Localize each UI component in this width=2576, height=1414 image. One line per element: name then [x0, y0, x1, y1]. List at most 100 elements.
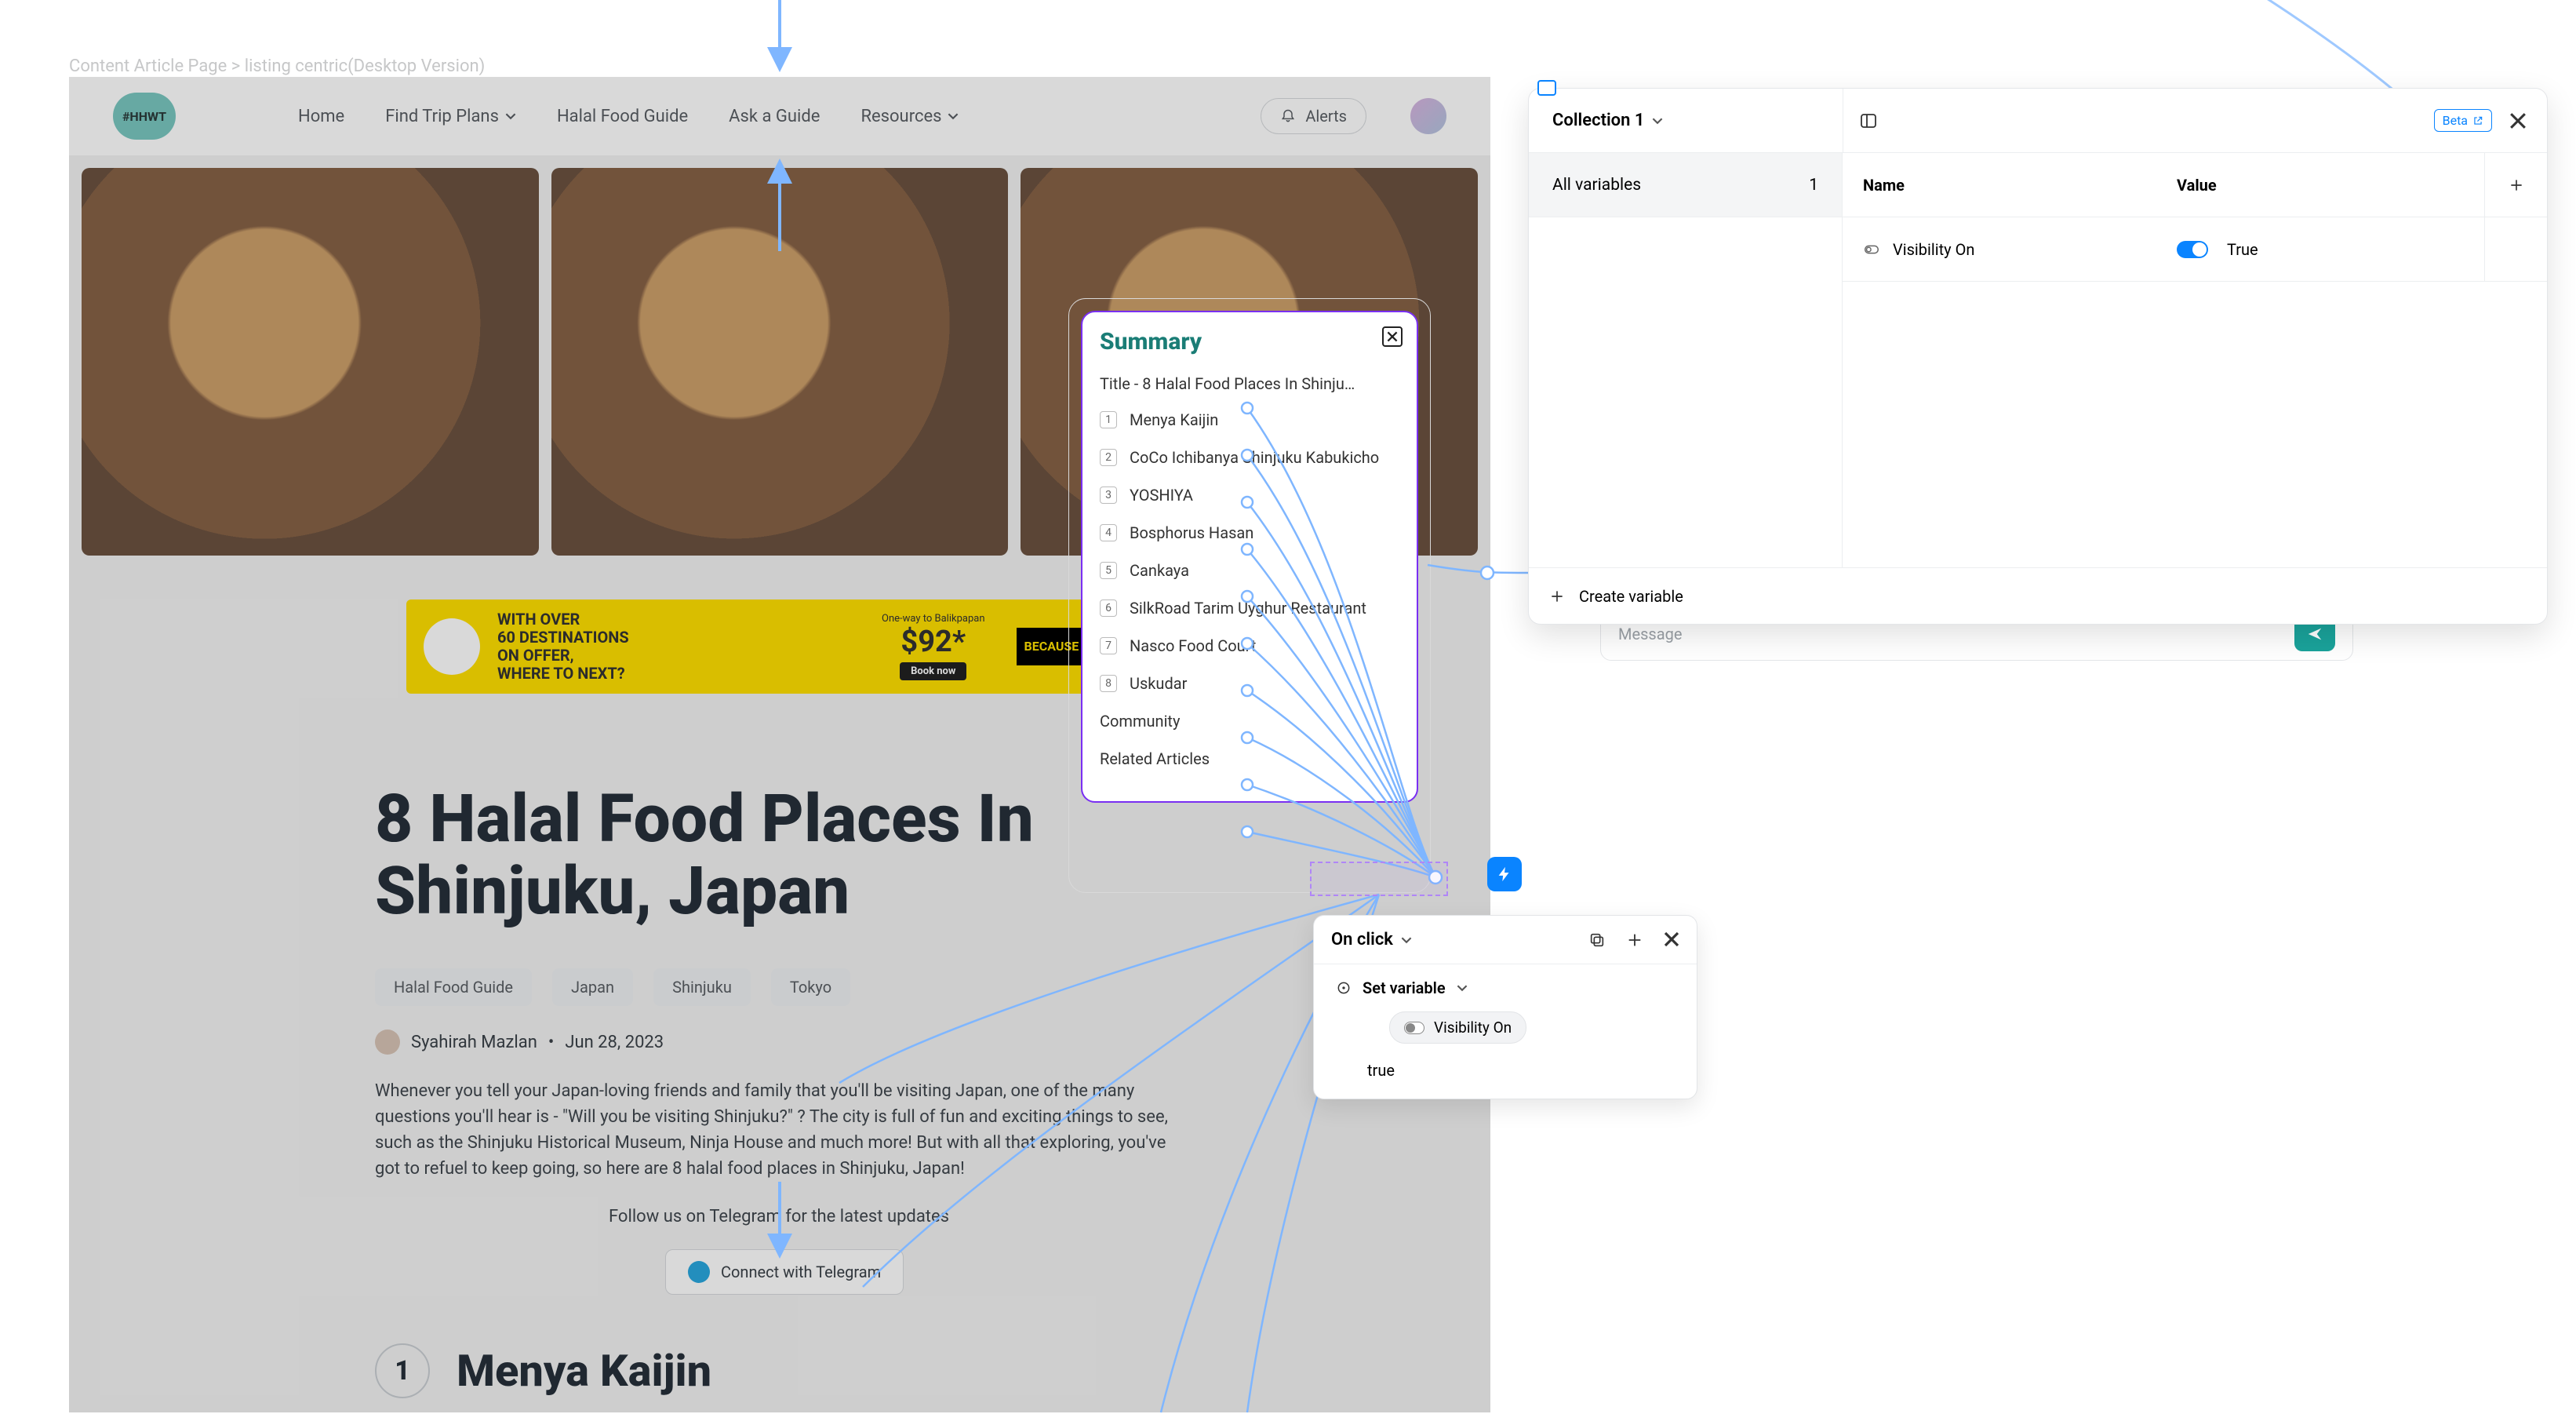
- variable-toggle[interactable]: [2177, 241, 2208, 258]
- nav-halal-food-guide-label: Halal Food Guide: [557, 107, 688, 126]
- hero-image-1: [82, 168, 539, 556]
- col-name-header: Name: [1843, 176, 2156, 195]
- variables-sidebar: All variables 1: [1529, 153, 1843, 567]
- interaction-action-label: Set variable: [1363, 979, 1446, 997]
- frame-marker[interactable]: [1537, 80, 1556, 96]
- summary-title-row[interactable]: Title - 8 Halal Food Places In Shinju…: [1100, 366, 1399, 401]
- follow-line: Follow us on Telegram for the latest upd…: [375, 1207, 1183, 1226]
- nav-resources[interactable]: Resources: [860, 107, 959, 126]
- all-variables-row[interactable]: All variables 1: [1529, 153, 1842, 217]
- ad-cta[interactable]: Book now: [900, 662, 966, 680]
- telegram-button[interactable]: Connect with Telegram: [665, 1249, 904, 1295]
- alerts-label: Alerts: [1305, 107, 1347, 126]
- summary-heading: Summary: [1100, 328, 1399, 355]
- interaction-variable-label: Visibility On: [1434, 1019, 1512, 1037]
- nav-home-label: Home: [298, 107, 344, 126]
- summary-item-8[interactable]: 8Uskudar: [1100, 665, 1399, 702]
- ad-line-2: 60 DESTINATIONS: [497, 629, 629, 647]
- alerts-button[interactable]: Alerts: [1261, 98, 1366, 134]
- article-date: Jun 28, 2023: [565, 1033, 664, 1052]
- summary-item-6[interactable]: 6SilkRoad Tarim Uyghur Restaurant: [1100, 589, 1399, 627]
- nav-home[interactable]: Home: [298, 107, 344, 126]
- selection-rectangle[interactable]: [1310, 862, 1448, 896]
- lightning-icon: [1496, 866, 1513, 883]
- close-icon: [2509, 112, 2527, 129]
- summary-item-4-label: Bosphorus Hasan: [1130, 523, 1253, 542]
- summary-item-7[interactable]: 7Nasco Food Court: [1100, 627, 1399, 665]
- summary-item-3[interactable]: 3YOSHIYA: [1100, 476, 1399, 514]
- summary-item-5-label: Cankaya: [1130, 561, 1189, 580]
- telegram-icon: [688, 1261, 710, 1283]
- collection-label: Collection 1: [1552, 111, 1644, 130]
- tag-japan[interactable]: Japan: [552, 968, 633, 1006]
- chevron-down-icon: [1401, 935, 1412, 946]
- summary-item-2[interactable]: 2CoCo Ichibanya Shinjuku Kabukicho: [1100, 439, 1399, 476]
- copy-icon[interactable]: [1588, 931, 1606, 949]
- col-value-header: Value: [2156, 176, 2484, 195]
- nav-find-trip-plans[interactable]: Find Trip Plans: [385, 107, 516, 126]
- beta-label: Beta: [2443, 113, 2468, 128]
- send-icon: [2306, 625, 2323, 643]
- site-logo[interactable]: #HHWT: [113, 93, 176, 140]
- prototype-action-button[interactable]: [1487, 857, 1522, 891]
- tag-halal-food-guide[interactable]: Halal Food Guide: [375, 968, 532, 1006]
- interaction-variable-chip[interactable]: Visibility On: [1389, 1011, 1526, 1044]
- add-variable-button[interactable]: [2484, 153, 2547, 217]
- tag-tokyo[interactable]: Tokyo: [771, 968, 850, 1006]
- ad-line-1: WITH OVER: [497, 610, 629, 629]
- article-title: 8 Halal Food Places In Shinjuku, Japan: [375, 783, 1183, 928]
- nav-find-trip-plans-label: Find Trip Plans: [385, 107, 499, 126]
- close-icon[interactable]: [1664, 931, 1679, 947]
- chevron-down-icon: [1652, 115, 1663, 126]
- interaction-action[interactable]: Set variable: [1314, 964, 1697, 1011]
- tag-shinjuku[interactable]: Shinjuku: [653, 968, 751, 1006]
- breadcrumb: Content Article Page > listing centric(D…: [69, 56, 485, 76]
- article-body: Whenever you tell your Japan-loving frie…: [375, 1078, 1183, 1182]
- summary-item-4[interactable]: 4Bosphorus Hasan: [1100, 514, 1399, 552]
- summary-item-5[interactable]: 5Cankaya: [1100, 552, 1399, 589]
- summary-related[interactable]: Related Articles: [1100, 740, 1399, 778]
- section-1-number: 1: [375, 1343, 430, 1398]
- summary-item-7-label: Nasco Food Court: [1130, 636, 1256, 655]
- message-placeholder: Message: [1618, 625, 1682, 643]
- target-icon: [1336, 980, 1352, 996]
- nav-ask-a-guide[interactable]: Ask a Guide: [729, 107, 820, 126]
- variable-row[interactable]: Visibility On True: [1843, 217, 2547, 282]
- variables-close-button[interactable]: [2509, 112, 2527, 129]
- collection-dropdown[interactable]: Collection 1: [1529, 111, 1843, 130]
- telegram-button-label: Connect with Telegram: [721, 1263, 881, 1281]
- ad-banner[interactable]: WITH OVER 60 DESTINATIONS ON OFFER, WHER…: [406, 599, 1153, 694]
- all-variables-count: 1: [1809, 176, 1818, 195]
- plus-icon[interactable]: [1626, 931, 1643, 949]
- tag-row: Halal Food Guide Japan Shinjuku Tokyo: [375, 968, 850, 1006]
- summary-item-8-label: Uskudar: [1130, 674, 1187, 693]
- interaction-value[interactable]: true: [1314, 1058, 1697, 1099]
- byline-dot: •: [548, 1033, 554, 1052]
- avatar[interactable]: [1410, 98, 1446, 134]
- variables-header: Collection 1 Beta: [1529, 89, 2547, 153]
- interaction-trigger[interactable]: On click: [1331, 930, 1412, 949]
- site-topbar: #HHWT Home Find Trip Plans Halal Food Gu…: [69, 77, 1490, 155]
- section-1-title: Menya Kaijin: [457, 1345, 711, 1397]
- variable-name: Visibility On: [1893, 240, 1974, 259]
- summary-item-3-label: YOSHIYA: [1130, 486, 1193, 505]
- chevron-down-icon: [1457, 982, 1468, 993]
- variables-table-header: Name Value: [1843, 153, 2547, 217]
- beta-badge[interactable]: Beta: [2434, 109, 2492, 132]
- summary-community[interactable]: Community: [1100, 702, 1399, 740]
- nav-halal-food-guide[interactable]: Halal Food Guide: [557, 107, 688, 126]
- all-variables-label: All variables: [1552, 176, 1641, 195]
- close-icon: [1387, 331, 1398, 342]
- ad-brand-icon: [424, 618, 480, 675]
- sidebar-toggle-icon[interactable]: [1859, 111, 1878, 130]
- summary-close-button[interactable]: [1382, 326, 1403, 347]
- summary-item-1-label: Menya Kaijin: [1130, 410, 1218, 429]
- summary-card: Summary Title - 8 Halal Food Places In S…: [1081, 311, 1418, 803]
- plus-icon: [1549, 589, 1565, 604]
- summary-item-1[interactable]: 1Menya Kaijin: [1100, 401, 1399, 439]
- chevron-down-icon: [948, 111, 959, 122]
- variable-value: True: [2227, 240, 2258, 259]
- ad-copy: WITH OVER 60 DESTINATIONS ON OFFER, WHER…: [497, 610, 629, 683]
- create-variable-button[interactable]: Create variable: [1579, 587, 1683, 606]
- ad-price: $92*: [882, 625, 985, 659]
